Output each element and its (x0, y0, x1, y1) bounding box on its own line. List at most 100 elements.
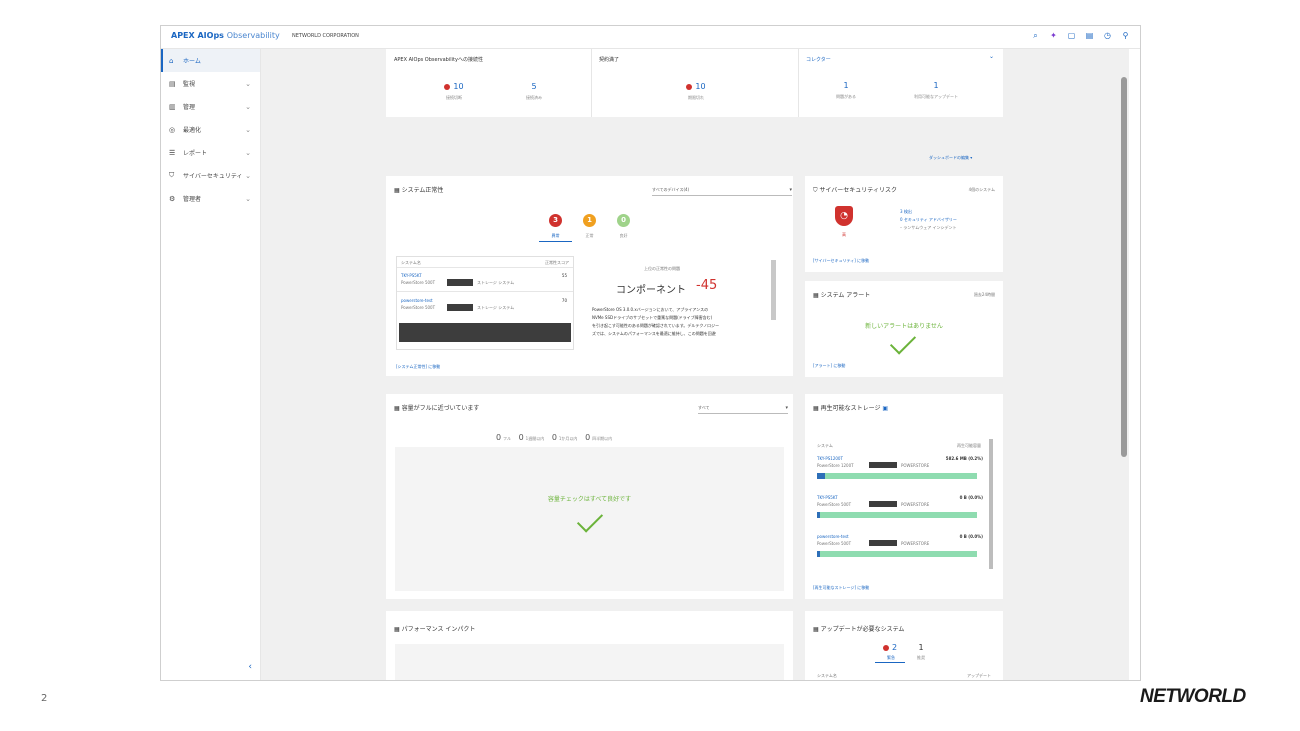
caret-down-icon: ▾ (789, 187, 792, 193)
optimize-icon: ◎ (169, 125, 176, 134)
home-icon: ⌂ (169, 56, 174, 65)
sidebar-item-label: 最適化 (183, 127, 202, 134)
critical-tab-label[interactable]: 異常 (544, 233, 567, 239)
top-icons: ⌕ ✦ ▢ ▤ ◷ ⚲ (1031, 31, 1130, 41)
collector-expand-icon[interactable]: ⌄ (989, 53, 994, 60)
chevron-down-icon: ⌄ (245, 148, 251, 157)
capacity-quarter-count[interactable]: 0 (585, 433, 590, 442)
reclaim-bar-fill (817, 551, 821, 557)
brand-product: Observability (226, 31, 280, 40)
sidebar-item-manage[interactable]: ▥ 管理 ⌄ (161, 95, 260, 118)
sidebar-item-cybersecurity[interactable]: ⛉ サイバーセキュリティ ⌄ (161, 164, 260, 187)
redacted-block (869, 462, 897, 468)
caret-down-icon: ▾ (785, 405, 788, 411)
capacity-summary: 0 フル 0 1週間以内 0 1か月以内 0 四半期以内 (496, 433, 612, 442)
recommended-update-count[interactable]: 1 (909, 643, 933, 652)
device-filter-select[interactable]: すべてのデバイス(4) ▾ (652, 187, 792, 196)
search-icon[interactable]: ⌕ (1031, 31, 1040, 41)
sidebar-item-optimize[interactable]: ◎ 最適化 ⌄ (161, 118, 260, 141)
cyber-risk-link[interactable]: [サイバーセキュリティ] に移動 (813, 258, 869, 264)
brand[interactable]: APEX AIOps Observability (171, 31, 280, 40)
system-health-title: ▦ システム正常性 (394, 187, 444, 194)
scrollbar[interactable] (771, 260, 776, 320)
reclaimable-link[interactable]: [再生可能なストレージ] に移動 (813, 585, 869, 591)
system-row-name[interactable]: TKY-PS5KT (401, 273, 422, 278)
scrollbar[interactable] (989, 439, 993, 569)
monitor-icon: ▤ (169, 79, 176, 88)
reclaimable-title: ▦ 再生可能なストレージ ▣ (813, 405, 889, 412)
check-icon (889, 328, 917, 355)
capacity-month-label: 1か月以内 (558, 436, 578, 441)
good-tab-label[interactable]: 良好 (612, 233, 635, 239)
chevron-down-icon: ⌄ (245, 171, 251, 180)
cyber-risk-card: ⛉ サイバーセキュリティリスク 4個のシステム ◔ 高 3 検出 0 セキュリテ… (805, 176, 1003, 272)
reclaim-bar (817, 551, 977, 557)
capacity-filter-select[interactable]: すべて ▾ (698, 405, 788, 414)
storage-row-name[interactable]: powerstore-test (817, 534, 849, 539)
sidebar: ⌂ ホーム ▤ 監視 ⌄ ▥ 管理 ⌄ ◎ 最適化 ⌄ ☰ レポート ⌄ ⛉ サ… (161, 49, 261, 680)
health-icon: ▦ (394, 187, 402, 194)
storage-row-type: POWERSTORE (901, 463, 930, 468)
sidebar-item-label: 監視 (183, 81, 196, 88)
sidebar-item-label: 管理者 (183, 196, 202, 203)
storage-row-name[interactable]: TKY-PS1200T (817, 456, 843, 461)
urgent-update-count[interactable]: 2 (875, 643, 905, 652)
clipboard-icon[interactable]: ▤ (1085, 31, 1094, 41)
system-row-name[interactable]: powerstore-test (401, 298, 433, 303)
collector-issues-count[interactable]: 1 (821, 81, 871, 90)
alerts-period: 過去24時間 (973, 292, 995, 297)
info-icon[interactable]: ▣ (882, 405, 888, 412)
urgent-tab-label[interactable]: 緊急 (879, 655, 903, 661)
redacted-block (869, 501, 897, 507)
risk-item[interactable]: 0 セキュリティ アドバイザリー (900, 217, 957, 223)
capacity-quarter-label: 四半期以内 (592, 436, 613, 441)
capacity-full-count[interactable]: 0 (496, 433, 501, 442)
storage-row-name[interactable]: TKY-PS5KT (817, 495, 838, 500)
main-scrollbar[interactable] (1121, 77, 1127, 457)
collector-updates-count[interactable]: 1 (896, 81, 976, 90)
sidebar-item-reports[interactable]: ☰ レポート ⌄ (161, 141, 260, 164)
top-issue-text: PowerStore OS 3.0.0.xバージョンにおいて、アプライアンスの (592, 307, 709, 312)
dashboard-edit-link[interactable]: ダッシュボードの編集 ▾ (929, 155, 972, 161)
risk-item: – ランサムウェア インシデント (900, 225, 957, 230)
storage-row-value: 0 B (0.0%) (959, 495, 983, 500)
system-row-type: ストレージ システム (477, 280, 515, 285)
sidebar-item-admin[interactable]: ⚙ 管理者 ⌄ (161, 187, 260, 210)
check-icon (576, 506, 604, 533)
capacity-full-label: フル (503, 436, 512, 441)
capacity-title: ▦ 容量がフルに近づいています (394, 405, 480, 412)
report-icon: ☰ (169, 148, 176, 157)
redacted-block (447, 279, 473, 286)
collector-updates-label: 利用可能なアップデート (914, 94, 958, 99)
help-icon[interactable]: ◷ (1103, 31, 1112, 41)
capacity-week-count[interactable]: 0 (519, 433, 524, 442)
divider (397, 291, 573, 292)
sidebar-item-label: サイバーセキュリティ (183, 173, 243, 180)
chat-icon[interactable]: ▢ (1067, 31, 1076, 41)
recommended-tab-label[interactable]: 推奨 (909, 655, 933, 661)
col-system: システム (817, 443, 833, 448)
magic-icon[interactable]: ✦ (1049, 31, 1058, 41)
sidebar-item-home[interactable]: ⌂ ホーム (161, 49, 260, 72)
collapse-sidebar-icon[interactable]: ‹ (248, 662, 252, 672)
disconnected-count[interactable]: 10 (434, 82, 474, 91)
risk-item[interactable]: 3 検出 (900, 209, 912, 215)
user-icon[interactable]: ⚲ (1121, 31, 1130, 41)
capacity-body: 容量チェックはすべて良好です (395, 447, 784, 591)
capacity-month-count[interactable]: 0 (552, 433, 557, 442)
critical-count[interactable]: 3 (549, 214, 562, 227)
risk-shield-icon[interactable]: ◔ (835, 206, 853, 226)
storage-row-value: 0 B (0.0%) (959, 534, 983, 539)
good-count[interactable]: 0 (617, 214, 630, 227)
collector-title: コレクター (806, 57, 831, 63)
system-row-score: 55 (561, 273, 567, 278)
col-reclaimable: 再生可能容量 (957, 443, 981, 448)
sidebar-item-monitor[interactable]: ▤ 監視 ⌄ (161, 72, 260, 95)
alerts-link[interactable]: [アラート] に移動 (813, 363, 845, 369)
warning-count[interactable]: 1 (583, 214, 596, 227)
warning-tab-label[interactable]: 正常 (578, 233, 601, 239)
system-health-link[interactable]: [システム正常性] に移動 (396, 364, 440, 370)
expired-count[interactable]: 10 (671, 82, 721, 91)
cyber-scope: 4個のシステム (968, 187, 995, 192)
connected-count[interactable]: 5 (514, 82, 554, 91)
